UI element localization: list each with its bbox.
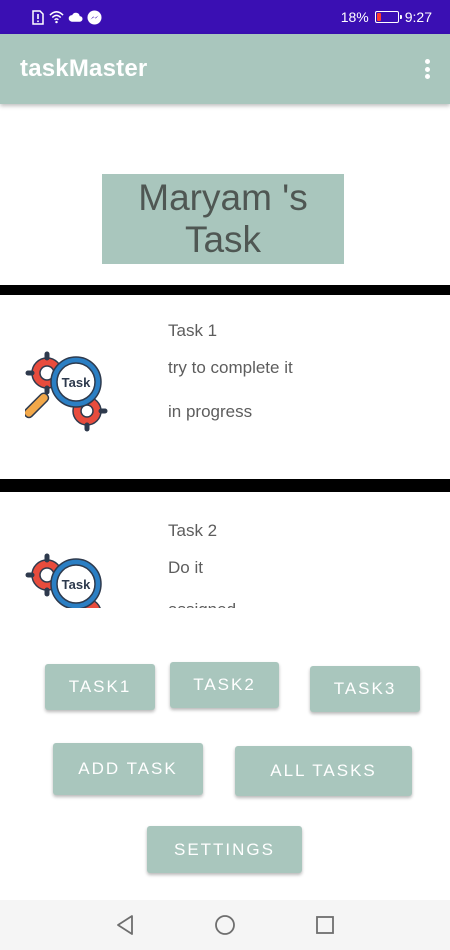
home-icon[interactable] xyxy=(212,912,238,938)
task-state: assigned xyxy=(168,600,236,608)
status-bar: 18% 9:27 xyxy=(0,0,450,34)
battery-level xyxy=(376,13,381,21)
battery-percent: 18% xyxy=(340,9,369,25)
task-icon-label: Task xyxy=(62,375,91,390)
status-icons xyxy=(30,9,102,25)
task-title: Task 2 xyxy=(168,521,218,540)
app-title: taskMaster xyxy=(20,55,148,82)
clock: 9:27 xyxy=(404,9,432,25)
list-divider xyxy=(0,479,450,492)
task-list-item[interactable]: Task Task 1 try to complete it in progre… xyxy=(0,295,450,479)
task-body: try to complete it xyxy=(168,358,293,377)
list-divider xyxy=(0,285,450,295)
messenger-icon xyxy=(87,10,102,25)
task1-button[interactable]: Task1 xyxy=(45,664,155,710)
task-state: in progress xyxy=(168,402,253,421)
recents-icon[interactable] xyxy=(312,912,338,938)
app-bar: taskMaster xyxy=(0,34,450,104)
all-tasks-button[interactable]: All Tasks xyxy=(235,746,412,796)
status-right: 18% 9:27 xyxy=(341,8,432,26)
task-search-icon: Task xyxy=(25,351,108,432)
task3-button[interactable]: Task3 xyxy=(310,666,420,712)
task-list-item[interactable]: Task Task 2 Do it assigned xyxy=(0,492,450,608)
task-icon-label: Task xyxy=(62,577,91,592)
back-icon[interactable] xyxy=(112,912,138,938)
settings-button[interactable]: Settings xyxy=(147,826,302,873)
task2-button[interactable]: Task2 xyxy=(170,662,279,708)
add-task-button[interactable]: Add Task xyxy=(53,743,203,795)
cloud-icon xyxy=(68,10,83,25)
task-title: Task 1 xyxy=(168,321,218,340)
task-body: Do it xyxy=(168,558,203,577)
heading-line-1: Maryam 's xyxy=(138,177,308,218)
heading-line-2: Task xyxy=(184,219,262,260)
sim-alert-icon xyxy=(30,9,45,25)
user-task-heading: Maryam 's Task xyxy=(102,174,344,264)
task-search-icon: Task xyxy=(25,553,102,608)
overflow-menu-icon[interactable] xyxy=(422,56,432,82)
battery-icon xyxy=(374,11,402,23)
wifi-icon xyxy=(49,10,64,25)
system-nav-bar xyxy=(0,900,450,950)
